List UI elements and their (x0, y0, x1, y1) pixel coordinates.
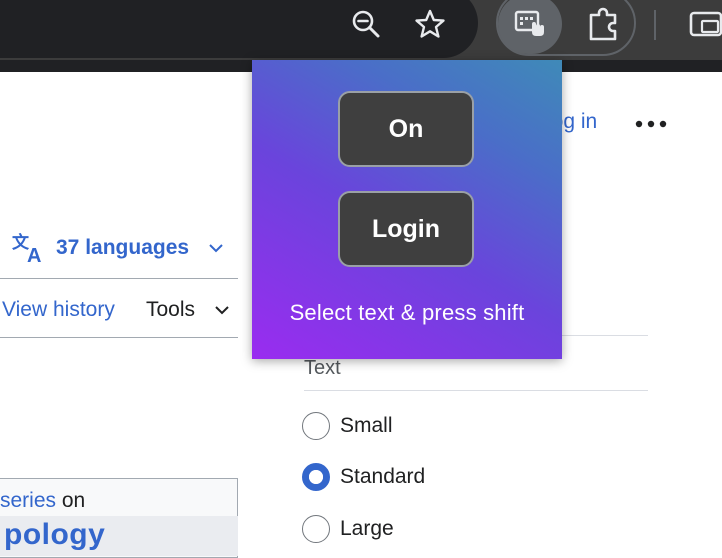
infobox-caption-suffix: on (56, 489, 86, 512)
languages-label: 37 languages (56, 236, 190, 259)
radio-label: Standard (340, 465, 426, 488)
address-bar[interactable] (0, 0, 478, 58)
text-size-option-small[interactable]: Small (302, 412, 393, 440)
tools-dropdown[interactable]: Tools (146, 298, 231, 322)
toolbar-divider (654, 10, 656, 40)
chevron-down-icon (207, 239, 225, 257)
zoom-out-icon[interactable] (346, 4, 386, 44)
bookmark-star-icon[interactable] (410, 4, 450, 44)
text-size-option-standard[interactable]: Standard (302, 463, 425, 491)
radio-label: Small (340, 414, 393, 437)
languages-button[interactable]: 文 A 37 languages (12, 230, 225, 267)
svg-text:A: A (27, 245, 41, 265)
extension-popup: On Login Select text & press shift (252, 60, 562, 359)
divider (0, 278, 238, 279)
infobox-title: pology (0, 516, 238, 556)
appearance-divider (304, 390, 648, 391)
translate-icon: 文 A (12, 231, 48, 267)
infobox-title-text[interactable]: pology (4, 518, 105, 552)
on-button[interactable]: On (338, 91, 474, 167)
series-link[interactable]: series (0, 489, 56, 512)
split-view-icon[interactable] (686, 4, 722, 44)
tools-label: Tools (146, 298, 196, 321)
login-button[interactable]: Login (338, 191, 474, 267)
text-size-heading: Text (304, 357, 341, 379)
popup-hint-text: Select text & press shift (289, 300, 525, 325)
tab-view-history[interactable]: View history (2, 298, 115, 322)
chevron-down-icon (213, 301, 231, 319)
text-size-option-large[interactable]: Large (302, 515, 394, 543)
radio-standard[interactable] (302, 463, 330, 491)
radio-label: Large (340, 517, 394, 540)
translator-extension-icon[interactable] (498, 0, 562, 54)
puzzle-icon[interactable] (582, 4, 626, 44)
radio-small[interactable] (302, 412, 330, 440)
radio-large[interactable] (302, 515, 330, 543)
more-options-icon[interactable] (634, 114, 668, 134)
divider (0, 337, 238, 338)
infobox-caption: series on (0, 489, 85, 513)
